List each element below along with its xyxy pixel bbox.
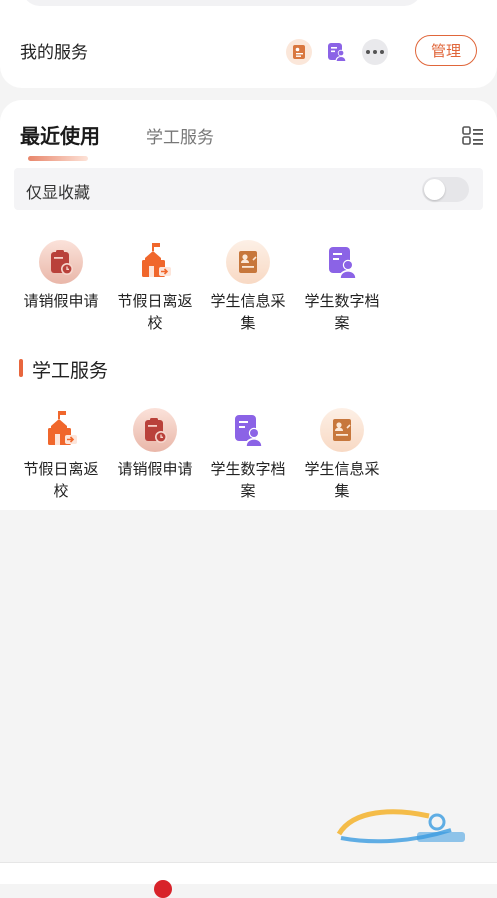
student-archive-icon[interactable] <box>324 39 350 65</box>
student-archive-icon <box>235 415 263 446</box>
leave-request-icon <box>39 240 83 284</box>
bottom-tab-bar <box>0 862 497 898</box>
service-label: 学生信息采集 <box>304 460 380 500</box>
service-leave-request[interactable]: 请销假申请 <box>14 240 108 312</box>
section-title: 学工服务 <box>32 360 109 382</box>
service-leave-request[interactable]: 请销假申请 <box>108 408 202 480</box>
service-student-info[interactable]: 学生信息采集 <box>201 240 295 334</box>
favorites-only-label: 仅显收藏 <box>26 183 91 202</box>
my-services-title: 我的服务 <box>20 43 88 63</box>
service-label: 节假日离返校 <box>23 460 99 500</box>
service-label: 学生数字档案 <box>304 292 380 332</box>
grid-layout-icon[interactable] <box>462 126 484 150</box>
service-student-info[interactable]: 学生信息采集 <box>295 408 389 502</box>
favorites-only-row: 仅显收藏 <box>14 168 483 210</box>
active-tab-indicator <box>28 156 88 161</box>
service-student-archive[interactable]: 学生数字档案 <box>201 408 295 502</box>
student-info-icon <box>226 240 270 284</box>
manage-button[interactable]: 管理 <box>415 35 477 66</box>
tab-recent[interactable]: 最近使用 <box>20 120 100 149</box>
service-label: 学生信息采集 <box>210 292 286 332</box>
service-student-archive[interactable]: 学生数字档案 <box>295 240 389 334</box>
student-info-icon[interactable] <box>286 39 312 65</box>
leave-request-icon <box>133 408 177 452</box>
tab-student-affairs[interactable]: 学工服务 <box>146 123 214 148</box>
service-label: 请销假申请 <box>23 292 99 310</box>
service-label: 节假日离返校 <box>117 292 193 332</box>
service-holiday-return[interactable]: 节假日离返校 <box>14 408 108 502</box>
favorites-only-toggle[interactable] <box>422 177 469 202</box>
watermark-logo <box>336 809 465 844</box>
holiday-return-icon <box>142 243 171 277</box>
holiday-return-icon <box>48 411 77 445</box>
service-label: 学生数字档案 <box>210 460 286 500</box>
search-bar[interactable] <box>22 0 422 6</box>
toggle-knob <box>424 179 445 200</box>
student-info-icon <box>320 408 364 452</box>
service-label: 请销假申请 <box>117 460 193 478</box>
more-icon[interactable] <box>362 39 388 65</box>
service-holiday-return[interactable]: 节假日离返校 <box>108 240 202 334</box>
section-accent-bar <box>19 359 23 377</box>
student-archive-icon <box>329 247 357 278</box>
